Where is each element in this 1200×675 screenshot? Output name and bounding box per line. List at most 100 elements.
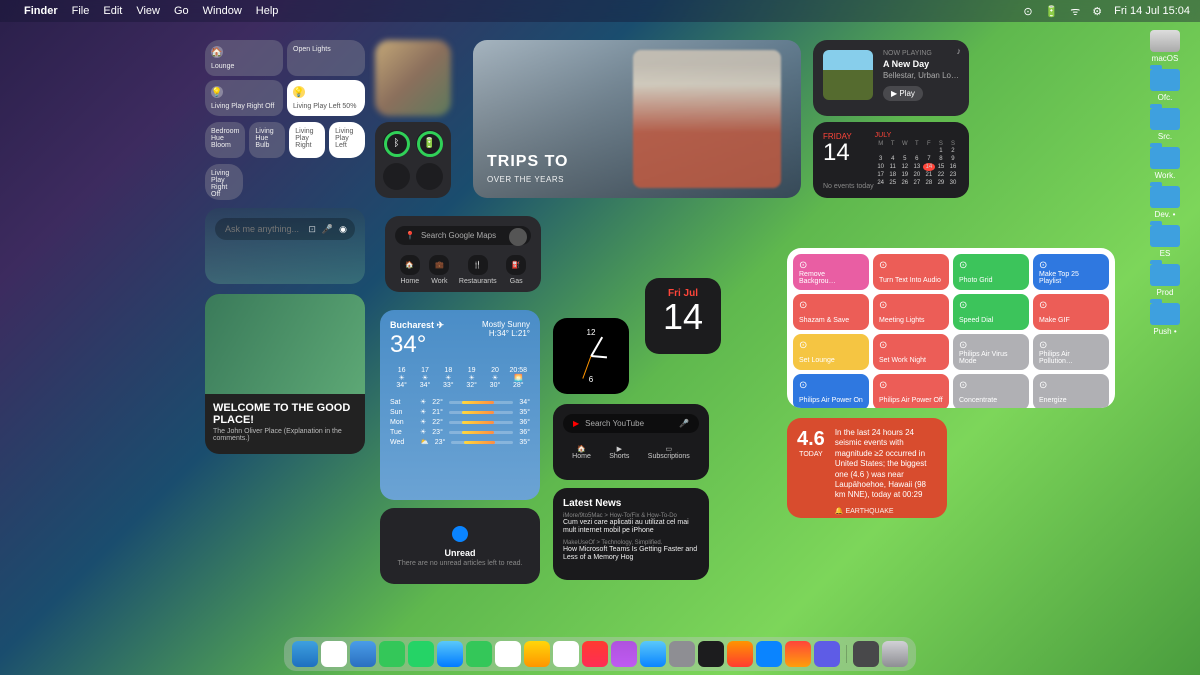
- calendar-widget[interactable]: FRIDAY 14 No events today JULY MTWTFSS 1…: [813, 122, 969, 198]
- news-item[interactable]: iMore/9to5Mac > How-To/Fix & How-To-Do C…: [563, 513, 699, 536]
- shortcut-tile[interactable]: ⊙Set Lounge: [793, 334, 869, 370]
- dock-messages[interactable]: [379, 641, 405, 667]
- shortcut-tile[interactable]: ⊙Turn Text Into Audio: [873, 254, 949, 290]
- home-play-left[interactable]: Living Play Left: [329, 122, 365, 158]
- clock-widget[interactable]: [553, 318, 629, 394]
- disk-macos[interactable]: macOS: [1138, 30, 1192, 63]
- siri-widget[interactable]: ⊡ 🎤 ◉: [205, 208, 365, 284]
- maps-widget[interactable]: 📍 Search Google Maps 🏠Home 💼Work 🍴Restau…: [385, 216, 541, 292]
- shortcut-tile[interactable]: ⊙Concentrate: [953, 374, 1029, 408]
- clock[interactable]: Fri 14 Jul 15:04: [1114, 5, 1190, 17]
- siri-icon[interactable]: ◉: [339, 224, 347, 235]
- yt-subs[interactable]: ▭Subscriptions: [648, 445, 690, 460]
- folder-dev[interactable]: Dev. •: [1138, 186, 1192, 219]
- wifi-icon[interactable]: ᯤ: [1070, 4, 1080, 19]
- reddit-widget[interactable]: WELCOME TO THE GOOD PLACE! The John Oliv…: [205, 294, 365, 454]
- folder-prod[interactable]: Prod: [1138, 264, 1192, 297]
- menu-view[interactable]: View: [136, 5, 160, 17]
- folder-push[interactable]: Push •: [1138, 303, 1192, 336]
- home-bedroom-bloom[interactable]: Bedroom Hue Bloom: [205, 122, 245, 158]
- battery-widget[interactable]: ᛒ 🔋: [375, 122, 451, 198]
- dock-reminders[interactable]: [553, 641, 579, 667]
- youtube-widget[interactable]: ▶ Search YouTube 🎤 🏠Home ▶Shorts ▭Subscr…: [553, 404, 709, 480]
- home-living-bulb[interactable]: Living Hue Bulb: [249, 122, 285, 158]
- shortcut-tile[interactable]: ⊙Photo Grid: [953, 254, 1029, 290]
- menu-window[interactable]: Window: [203, 5, 242, 17]
- status-icon[interactable]: ⊙: [1023, 5, 1032, 18]
- shortcut-tile[interactable]: ⊙Set Work Night: [873, 334, 949, 370]
- shortcut-tile[interactable]: ⊙Philips Air Power On: [793, 374, 869, 408]
- shortcut-tile[interactable]: ⊙Philips Air Virus Mode: [953, 334, 1029, 370]
- avatar[interactable]: [509, 228, 527, 246]
- shortcut-tile[interactable]: ⊙Meeting Lights: [873, 294, 949, 330]
- dock-calendar[interactable]: [495, 641, 521, 667]
- folder-es[interactable]: ES: [1138, 225, 1192, 258]
- yt-home[interactable]: 🏠Home: [572, 445, 591, 460]
- shortcut-tile[interactable]: ⊙Make Top 25 Playlist: [1033, 254, 1109, 290]
- home-play-right[interactable]: Living Play Right: [289, 122, 325, 158]
- dock-app[interactable]: [524, 641, 550, 667]
- dock-appstore[interactable]: [640, 641, 666, 667]
- dock-safari[interactable]: [350, 641, 376, 667]
- maps-home[interactable]: 🏠Home: [400, 255, 420, 285]
- menu-go[interactable]: Go: [174, 5, 189, 17]
- music-widget[interactable]: NOW PLAYING A New Day Bellestar, Urban L…: [813, 40, 969, 116]
- date-widget[interactable]: Fri Jul 14: [645, 278, 721, 354]
- maps-restaurants[interactable]: 🍴Restaurants: [459, 255, 497, 285]
- shortcut-tile[interactable]: ⊙Remove Backgrou…: [793, 254, 869, 290]
- yt-shorts[interactable]: ▶Shorts: [609, 445, 629, 460]
- maps-gas[interactable]: ⛽Gas: [506, 255, 526, 285]
- mic-icon[interactable]: 🎤: [322, 224, 333, 235]
- shortcut-tile[interactable]: ⊙Shazam & Save: [793, 294, 869, 330]
- photo-widget-small[interactable]: [375, 40, 451, 116]
- scan-icon[interactable]: ⊡: [308, 224, 316, 235]
- unread-widget[interactable]: Unread There are no unread articles left…: [380, 508, 540, 584]
- dock-app[interactable]: [814, 641, 840, 667]
- dock-facetime[interactable]: [466, 641, 492, 667]
- mic-icon[interactable]: 🎤: [679, 419, 689, 428]
- maps-work[interactable]: 💼Work: [429, 255, 449, 285]
- menu-help[interactable]: Help: [256, 5, 279, 17]
- shortcuts-widget[interactable]: ⊙Remove Backgrou…⊙Turn Text Into Audio⊙P…: [787, 248, 1115, 408]
- dock-music[interactable]: [582, 641, 608, 667]
- dock-whatsapp[interactable]: [408, 641, 434, 667]
- dock-app[interactable]: [727, 641, 753, 667]
- dock-finder[interactable]: [292, 641, 318, 667]
- maps-search[interactable]: 📍 Search Google Maps: [395, 226, 531, 245]
- shortcut-tile[interactable]: ⊙Speed Dial: [953, 294, 1029, 330]
- dock-trash[interactable]: [882, 641, 908, 667]
- menu-edit[interactable]: Edit: [103, 5, 122, 17]
- play-button[interactable]: ▶ Play: [883, 86, 923, 101]
- youtube-search[interactable]: ▶ Search YouTube 🎤: [563, 414, 699, 433]
- home-play-left-on[interactable]: 💡Living Play Left 50%: [287, 80, 365, 116]
- home-play-right-off[interactable]: 💡Living Play Right Off: [205, 80, 283, 116]
- dock-app[interactable]: [785, 641, 811, 667]
- dock-downloads[interactable]: [853, 641, 879, 667]
- app-name[interactable]: Finder: [24, 5, 58, 17]
- menu-file[interactable]: File: [72, 5, 90, 17]
- shortcut-tile[interactable]: ⊙Philips Air Power Off: [873, 374, 949, 408]
- control-center-icon[interactable]: ⚙: [1092, 5, 1102, 18]
- folder-work[interactable]: Work.: [1138, 147, 1192, 180]
- folder-ofc[interactable]: Ofc.: [1138, 69, 1192, 102]
- shortcut-tile[interactable]: ⊙Philips Air Pollution…: [1033, 334, 1109, 370]
- home-lounge[interactable]: 🏠Lounge: [205, 40, 283, 76]
- shortcut-tile[interactable]: ⊙Energize: [1033, 374, 1109, 408]
- weather-widget[interactable]: Bucharest ✈34° Mostly SunnyH:34° L:21° 1…: [380, 310, 540, 500]
- article-image: [205, 294, 365, 394]
- dock-app[interactable]: [698, 641, 724, 667]
- news-widget[interactable]: Latest News iMore/9to5Mac > How-To/Fix &…: [553, 488, 709, 580]
- dock-podcasts[interactable]: [611, 641, 637, 667]
- shortcut-tile[interactable]: ⊙Make GIF: [1033, 294, 1109, 330]
- home-open-lights[interactable]: Open Lights: [287, 40, 365, 76]
- news-item[interactable]: MakeUseOf > Technology, Simplified. How …: [563, 540, 699, 563]
- dock-app[interactable]: [756, 641, 782, 667]
- dock-app[interactable]: [321, 641, 347, 667]
- dock-mail[interactable]: [437, 641, 463, 667]
- photos-memories-widget[interactable]: TRIPS TO OVER THE YEARS: [473, 40, 801, 198]
- folder-src[interactable]: Src.: [1138, 108, 1192, 141]
- battery-icon[interactable]: 🔋: [1045, 5, 1059, 18]
- earthquake-widget[interactable]: 4.6 TODAY In the last 24 hours 24 seismi…: [787, 418, 947, 518]
- dock-settings[interactable]: [669, 641, 695, 667]
- home-play-right-off-2[interactable]: Living Play Right Off: [205, 164, 243, 200]
